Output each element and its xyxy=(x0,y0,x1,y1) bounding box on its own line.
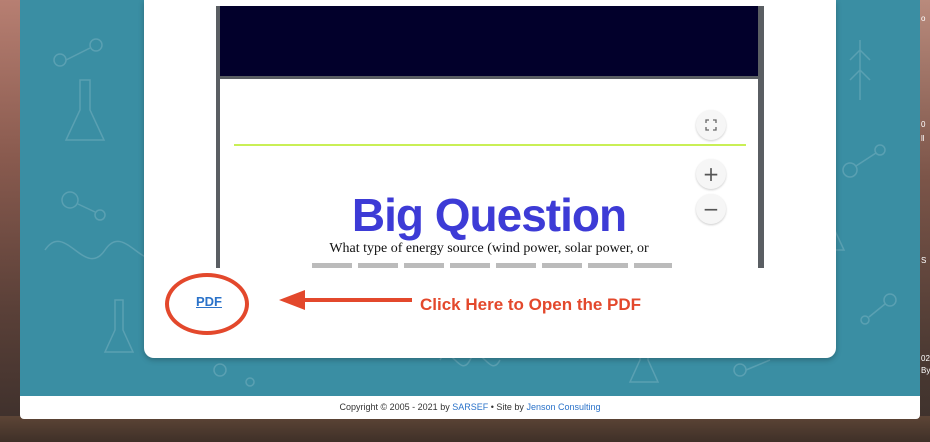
background-landscape-left xyxy=(0,0,22,442)
fullscreen-button[interactable] xyxy=(696,110,726,140)
background-landscape-bottom xyxy=(0,416,930,442)
instruction-annotation: Click Here to Open the PDF xyxy=(420,295,642,314)
site-footer: Copyright © 2005 - 2021 by SARSEF • Site… xyxy=(20,396,920,419)
content-panel: Big Question What type of energy source … xyxy=(20,0,920,396)
content-card: Big Question What type of energy source … xyxy=(144,0,836,358)
arrow-left-icon xyxy=(279,290,412,310)
pdf-page-previous xyxy=(220,6,758,76)
page-body-text: What type of energy source (wind power, … xyxy=(329,241,649,256)
footer-copyright: Copyright © 2005 - 2021 by xyxy=(339,402,450,412)
side-fragment: S xyxy=(921,256,927,265)
zoom-out-button[interactable]: − xyxy=(696,194,726,224)
pdf-link[interactable]: PDF xyxy=(196,294,222,309)
footer-separator: • Site by xyxy=(490,402,524,412)
pdf-viewer[interactable]: Big Question What type of energy source … xyxy=(216,6,764,268)
side-fragment: ll xyxy=(921,134,925,143)
page-title: Big Question xyxy=(351,189,627,241)
decorative-line xyxy=(234,144,746,146)
side-fragment: 02 xyxy=(921,354,930,363)
footer-org-link[interactable]: SARSEF xyxy=(452,402,488,412)
side-fragment: o xyxy=(921,14,926,23)
background-landscape-right xyxy=(920,0,930,442)
page-body-text-clipped xyxy=(312,263,672,268)
side-fragment: 0 xyxy=(921,120,926,129)
pdf-page-current: Big Question What type of energy source … xyxy=(220,79,758,268)
footer-site-by-link[interactable]: Jenson Consulting xyxy=(526,402,600,412)
zoom-in-button[interactable]: + xyxy=(696,159,726,189)
side-fragment: By xyxy=(921,366,930,375)
fullscreen-icon xyxy=(705,119,717,131)
